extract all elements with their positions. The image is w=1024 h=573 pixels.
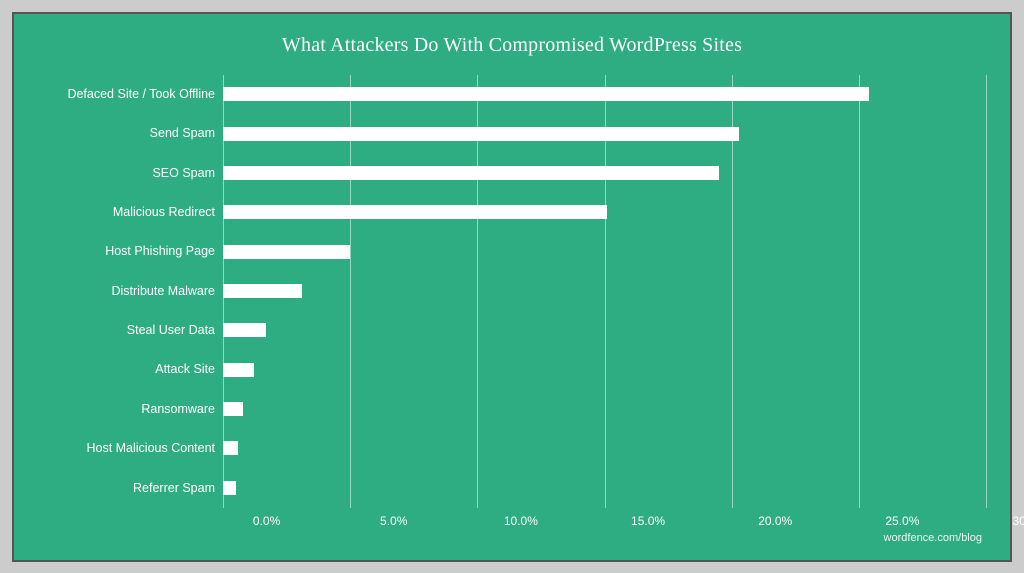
chart-container: What Attackers Do With Compromised WordP… xyxy=(12,12,1012,562)
grid-line xyxy=(986,75,987,508)
x-tick: 15.0% xyxy=(584,514,711,528)
y-label: Host Phishing Page xyxy=(38,245,215,258)
bar-row xyxy=(223,439,986,457)
bar xyxy=(223,87,869,101)
y-labels: Defaced Site / Took Offline Send Spam SEO … xyxy=(38,75,223,508)
bar xyxy=(223,166,719,180)
bar-row xyxy=(223,125,986,143)
chart-title: What Attackers Do With Compromised WordP… xyxy=(38,34,986,57)
bar-row xyxy=(223,479,986,497)
bar-row xyxy=(223,243,986,261)
bar xyxy=(223,481,236,495)
bar-row xyxy=(223,400,986,418)
bar xyxy=(223,284,302,298)
bar xyxy=(223,205,607,219)
bar xyxy=(223,363,254,377)
bar xyxy=(223,245,350,259)
y-label: Defaced Site / Took Offline xyxy=(38,88,215,101)
y-label: Steal User Data xyxy=(38,324,215,337)
chart-area: Defaced Site / Took Offline Send Spam SEO … xyxy=(38,75,986,544)
bar xyxy=(223,127,739,141)
bar xyxy=(223,323,266,337)
bar-row xyxy=(223,321,986,339)
x-axis: 0.0%5.0%10.0%15.0%20.0%25.0%30.0% xyxy=(223,514,986,528)
y-label: Host Malicious Content xyxy=(38,442,215,455)
y-label: Send Spam xyxy=(38,127,215,140)
x-tick: 20.0% xyxy=(712,514,839,528)
bar-row xyxy=(223,282,986,300)
y-label: Ransomware xyxy=(38,403,215,416)
bar-row xyxy=(223,85,986,103)
x-tick: 10.0% xyxy=(457,514,584,528)
x-tick: 30.0% xyxy=(966,514,1024,528)
x-tick: 5.0% xyxy=(330,514,457,528)
y-label: Malicious Redirect xyxy=(38,206,215,219)
bars-rows xyxy=(223,75,986,508)
x-tick: 0.0% xyxy=(203,514,330,528)
bar-row xyxy=(223,203,986,221)
y-label: Attack Site xyxy=(38,363,215,376)
bar xyxy=(223,402,243,416)
watermark: wordfence.com/blog xyxy=(38,532,986,544)
bar-row xyxy=(223,164,986,182)
bar-row xyxy=(223,361,986,379)
y-label: SEO Spam xyxy=(38,167,215,180)
bar xyxy=(223,441,238,455)
y-label: Referrer Spam xyxy=(38,482,215,495)
y-label: Distribute Malware xyxy=(38,285,215,298)
bars-section: Defaced Site / Took Offline Send Spam SEO … xyxy=(38,75,986,508)
bars-and-grid xyxy=(223,75,986,508)
x-tick: 25.0% xyxy=(839,514,966,528)
